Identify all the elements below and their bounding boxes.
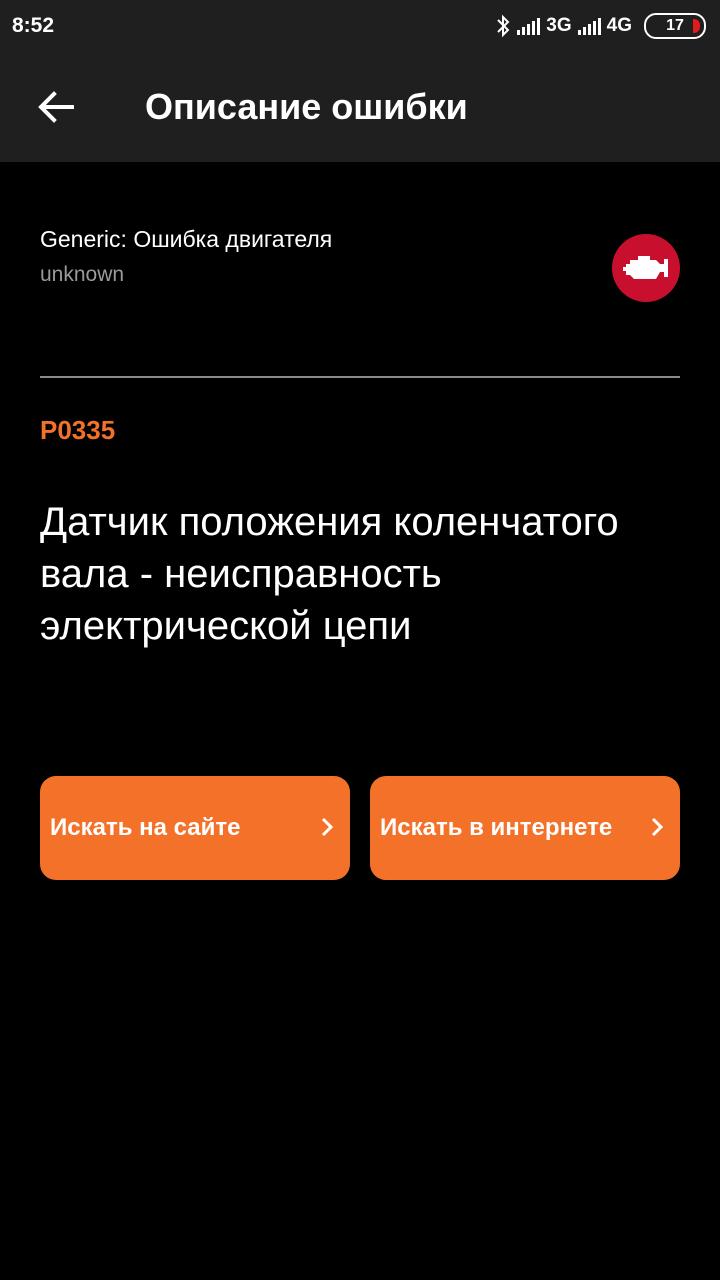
signal-icon	[577, 17, 601, 35]
search-site-label: Искать на сайте	[50, 814, 241, 841]
page-title: Описание ошибки	[145, 86, 468, 127]
bluetooth-icon	[495, 14, 511, 38]
battery-level: 17	[666, 17, 684, 34]
error-code: P0335	[40, 415, 116, 445]
back-button[interactable]	[20, 71, 92, 143]
network-type-3g: 3G	[546, 15, 572, 36]
make-subtitle: unknown	[40, 263, 125, 286]
chevron-right-icon	[321, 817, 334, 837]
status-bar: 8:52 3G 4G 17	[0, 0, 720, 52]
search-web-button[interactable]: Искать в интернете	[370, 776, 680, 880]
network-type-4g: 4G	[606, 15, 632, 36]
search-site-button[interactable]: Искать на сайте	[40, 776, 350, 880]
chevron-right-icon	[651, 817, 664, 837]
divider	[40, 376, 680, 378]
error-header: Generic: Ошибка двигателя unknown	[40, 226, 680, 306]
signal-icon	[517, 17, 541, 35]
check-engine-icon	[612, 234, 680, 302]
battery-icon: 17	[644, 13, 706, 39]
status-icons: 3G 4G 17	[495, 13, 706, 39]
status-time: 8:52	[12, 14, 55, 37]
search-web-label: Искать в интернете	[380, 814, 613, 841]
arrow-left-icon	[38, 91, 74, 123]
error-description: Датчик положения коленчатого вала - неис…	[40, 500, 619, 648]
app-bar: Описание ошибки	[0, 52, 720, 162]
make-label: Generic: Ошибка двигателя	[40, 226, 333, 252]
